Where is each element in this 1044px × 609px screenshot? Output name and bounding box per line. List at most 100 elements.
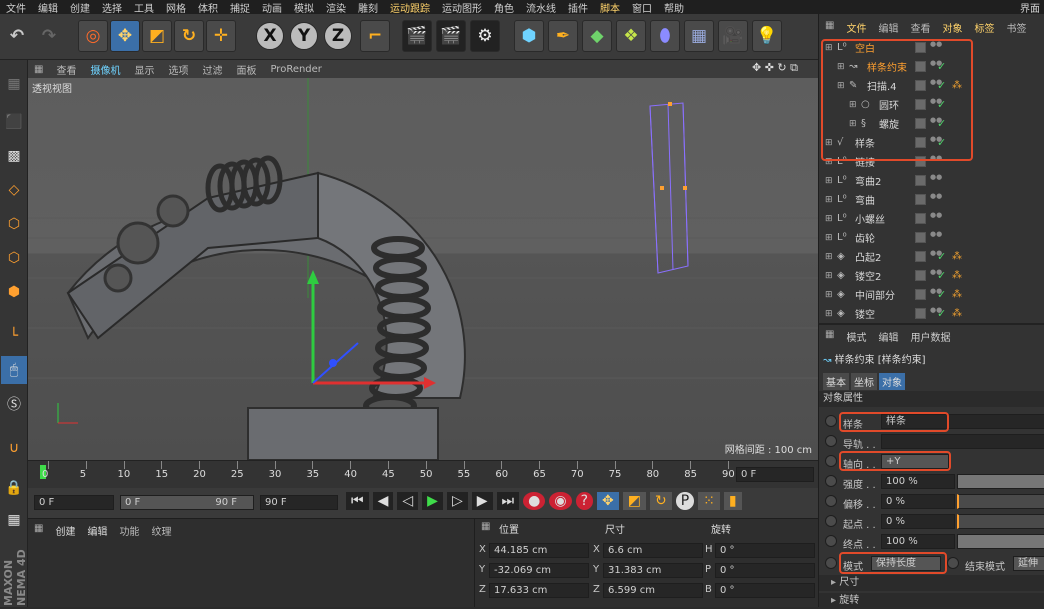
menu-item-19[interactable]: 帮助 (658, 0, 690, 15)
object-name[interactable]: 圆环 (879, 97, 899, 112)
strength-field[interactable]: 100 % (881, 474, 955, 489)
viewport-menu-item-0[interactable]: 查看 (49, 62, 83, 77)
start-field[interactable]: 0 % (881, 514, 955, 529)
visibility-dots[interactable]: ●● (930, 269, 942, 281)
rotate-tool-icon[interactable]: ↻ (174, 20, 204, 52)
object-name[interactable]: 螺旋 (879, 116, 899, 131)
menu-item-15[interactable]: 流水线 (520, 0, 562, 15)
magnet-icon[interactable]: ∪ (1, 434, 27, 462)
live-selection-icon[interactable]: ◎ (78, 20, 108, 52)
enabled-check-icon[interactable]: ✓ (937, 269, 946, 282)
object-menu-item-5[interactable]: 书签 (1000, 20, 1032, 36)
scale-tool-icon[interactable]: ◩ (142, 20, 172, 52)
menu-item-14[interactable]: 角色 (488, 0, 520, 15)
object-name[interactable]: 空白 (855, 40, 875, 55)
layer-swatch[interactable] (915, 251, 926, 262)
menu-item-0[interactable]: 文件 (0, 0, 32, 15)
object-row[interactable]: ⊞ L⁰ 空白 ●● (819, 38, 1044, 57)
attribute-menu-item-1[interactable]: 编辑 (872, 329, 904, 345)
visibility-dots[interactable]: ●● (930, 231, 942, 243)
lock-icon[interactable]: 🔒 (1, 474, 27, 502)
tree-expander-icon[interactable]: ⊞ (825, 157, 833, 167)
tree-expander-icon[interactable]: ⊞ (825, 252, 833, 262)
tree-expander-icon[interactable]: ⊞ (825, 290, 833, 300)
object-name[interactable]: 链接 (855, 154, 875, 169)
enabled-check-icon[interactable]: ✓ (937, 288, 946, 301)
x-axis-icon[interactable]: X (256, 22, 284, 50)
tree-expander-icon[interactable]: ⊞ (825, 233, 833, 243)
render-view-icon[interactable]: 🎬 (402, 20, 432, 52)
y-axis-icon[interactable]: Y (290, 22, 318, 50)
object-name[interactable]: 扫描.4 (867, 78, 897, 93)
object-menu-item-0[interactable]: 文件 (840, 20, 872, 36)
texture-mode-icon[interactable]: ▩ (1, 142, 27, 170)
tag-icon[interactable]: ⁂ (952, 289, 962, 300)
object-row[interactable]: ⊞ ↝ 样条约束 ●● ✓ (819, 57, 1044, 76)
visibility-dots[interactable]: ●● (930, 250, 942, 262)
tag-icon[interactable]: ⁂ (952, 270, 962, 281)
layer-swatch[interactable] (915, 42, 926, 53)
edges-mode-icon[interactable]: ⬡ (1, 244, 27, 272)
material-tab-3[interactable]: 纹理 (151, 523, 171, 538)
tree-expander-icon[interactable]: ⊞ (825, 271, 833, 281)
visibility-dots[interactable]: ●● (930, 41, 942, 53)
rotation-field[interactable]: 0 ° (715, 583, 815, 598)
menu-item-7[interactable]: 捕捉 (224, 0, 256, 15)
end-mode-dropdown[interactable]: 延伸 (1013, 556, 1044, 571)
end-field[interactable]: 100 % (881, 534, 955, 549)
mode-dropdown[interactable]: 保持长度 (871, 556, 941, 571)
viewport-menu-item-5[interactable]: 面板 (229, 62, 263, 77)
menu-item-3[interactable]: 选择 (96, 0, 128, 15)
polygons-mode-icon[interactable]: ⬢ (1, 278, 27, 306)
object-name[interactable]: 弯曲 (855, 192, 875, 207)
object-row[interactable]: ⊞ ◈ 中间部分 ●● ✓ ⁂ (819, 285, 1044, 304)
object-menu-item-4[interactable]: 标签 (968, 20, 1000, 36)
tree-expander-icon[interactable]: ⊞ (825, 309, 833, 319)
subdivision-icon[interactable]: ◆ (582, 20, 612, 52)
layer-swatch[interactable] (915, 213, 926, 224)
menu-item-10[interactable]: 渲染 (320, 0, 352, 15)
play-icon[interactable]: ▶ (422, 492, 443, 510)
visibility-dots[interactable]: ●● (930, 117, 942, 129)
key-move-icon[interactable]: ✥ (597, 492, 619, 510)
spline-radio[interactable] (825, 415, 837, 427)
material-tab-1[interactable]: 编辑 (87, 523, 107, 538)
spline-link-field[interactable]: 样条 (881, 414, 1044, 429)
size-field[interactable]: 6.6 cm (603, 543, 703, 558)
layer-swatch[interactable] (915, 156, 926, 167)
offset-radio[interactable] (825, 495, 837, 507)
tree-expander-icon[interactable]: ⊞ (825, 214, 833, 224)
perspective-viewport[interactable]: 透视视图 网格间距 : 100 cm (28, 78, 818, 460)
start-frame-field[interactable]: 0 F (34, 495, 114, 510)
object-name[interactable]: 镂空 (855, 306, 875, 321)
layer-swatch[interactable] (915, 61, 926, 72)
timeline-ruler[interactable]: 0 5 10 15 20 25 30 35 40 45 50 55 60 65 70 75 80 85 90 0 F (28, 460, 818, 488)
position-field[interactable]: 44.185 cm (489, 543, 589, 558)
mode-radio[interactable] (825, 557, 837, 569)
tweak-mode-icon[interactable]: 🖱 (1, 356, 27, 384)
viewport-menu-item-1[interactable]: 摄像机 (83, 62, 127, 77)
tree-expander-icon[interactable]: ⊞ (837, 81, 845, 91)
next-key-icon[interactable]: ▶ (471, 492, 493, 510)
axis-dropdown[interactable]: +Y (881, 454, 949, 469)
layer-swatch[interactable] (915, 118, 926, 129)
step-back-icon[interactable]: ◁ (397, 492, 419, 510)
film-strip-icon[interactable]: ▮ (723, 492, 742, 510)
object-name[interactable]: 凸起2 (855, 249, 881, 264)
object-name[interactable]: 样条 (855, 135, 875, 150)
grid-lock-icon[interactable]: ▦ (1, 506, 27, 534)
object-name[interactable]: 弯曲2 (855, 173, 881, 188)
render-settings-icon[interactable]: ⚙ (470, 20, 500, 52)
visibility-dots[interactable]: ●● (930, 212, 942, 224)
workplane-icon[interactable]: ◇ (1, 176, 27, 204)
layout-label[interactable]: 界面 (1014, 0, 1044, 15)
tag-icon[interactable]: ⁂ (952, 308, 962, 319)
layer-swatch[interactable] (915, 270, 926, 281)
frame-range-slider[interactable]: 0 F 90 F (120, 495, 254, 510)
autokey-icon[interactable]: ◉ (549, 492, 572, 510)
object-row[interactable]: ⊞ √ 样条 ●● ✓ (819, 133, 1044, 152)
visibility-dots[interactable]: ●● (930, 60, 942, 72)
object-row[interactable]: ⊞ ◈ 镂空 ●● ✓ ⁂ (819, 304, 1044, 323)
tag-icon[interactable]: ⁂ (952, 251, 962, 262)
offset-slider[interactable] (957, 494, 1044, 509)
